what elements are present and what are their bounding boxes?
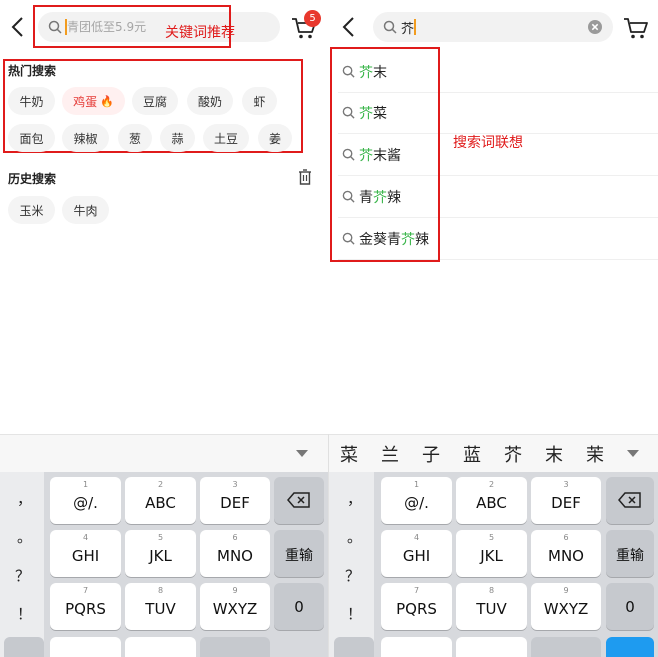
key-5[interactable]: 5 JKL [125, 530, 196, 577]
symbol-switch-key[interactable] [334, 637, 374, 657]
key-4[interactable]: 4 GHI [381, 530, 452, 577]
symbol-key[interactable]: ！ [347, 603, 362, 624]
fire-icon: 🔥 [100, 94, 114, 108]
cart-badge: 5 [304, 10, 321, 27]
key-9[interactable]: 9 WXYZ [531, 583, 601, 630]
history-title: 历史搜索 [8, 172, 57, 186]
key-3[interactable]: 3 DEF [200, 477, 270, 524]
hot-chip[interactable]: 蒜 [160, 124, 195, 152]
key-3[interactable]: 3 DEF [531, 477, 601, 524]
hot-chip-trending[interactable]: 鸡蛋 🔥 [62, 87, 125, 115]
bottom-key[interactable] [531, 637, 601, 657]
candidate-word[interactable]: 菜 [340, 441, 358, 467]
backspace-icon [287, 492, 310, 508]
hot-chip[interactable]: 酸奶 [187, 87, 233, 115]
key-1[interactable]: 1 @/. [50, 477, 121, 524]
hot-chip[interactable]: 姜 [258, 124, 292, 152]
reenter-key[interactable]: 重输 [274, 530, 324, 577]
candidate-word[interactable]: 子 [422, 441, 440, 467]
hot-chip[interactable]: 牛奶 [8, 87, 55, 115]
key-4[interactable]: 4 GHI [50, 530, 121, 577]
backspace-icon [618, 492, 641, 508]
text-cursor [414, 19, 416, 35]
symbol-key[interactable]: ， [17, 488, 32, 509]
annotation-keyword-label: 关键词推荐 [165, 25, 235, 41]
symbol-key[interactable]: ？ [15, 565, 30, 586]
expand-candidates-icon[interactable] [627, 450, 639, 457]
symbol-key[interactable]: ， [347, 488, 362, 509]
symbol-key[interactable]: ！ [17, 603, 32, 624]
search-value: 芥 [401, 22, 415, 37]
symbol-key[interactable]: 。 [17, 526, 32, 547]
history-chip[interactable]: 牛肉 [62, 196, 109, 224]
search-icon [383, 20, 397, 34]
back-chevron-icon[interactable] [10, 16, 26, 38]
space-key[interactable] [125, 637, 196, 657]
candidate-word[interactable]: 末 [545, 441, 563, 467]
symbol-key[interactable]: 。 [347, 526, 362, 547]
symbol-switch-key[interactable] [4, 637, 44, 657]
back-chevron-icon[interactable] [341, 16, 357, 38]
key-6[interactable]: 6 MNO [531, 530, 601, 577]
key-2[interactable]: 2 ABC [125, 477, 196, 524]
cart-icon[interactable] [623, 16, 649, 40]
globe-key[interactable] [50, 637, 121, 657]
key-2[interactable]: 2 ABC [456, 477, 527, 524]
trash-icon[interactable] [298, 169, 312, 185]
reenter-key[interactable]: 重输 [606, 530, 654, 577]
key-7[interactable]: 7 PQRS [50, 583, 121, 630]
hot-chip[interactable]: 葱 [118, 124, 152, 152]
symbol-key[interactable]: ？ [345, 565, 360, 586]
annotation-suggest-label: 搜索词联想 [453, 135, 523, 151]
enter-key[interactable] [606, 637, 654, 657]
bottom-key[interactable] [200, 637, 270, 657]
hot-chip[interactable]: 豆腐 [132, 87, 178, 115]
candidate-word[interactable]: 芥 [504, 441, 522, 467]
hot-chip[interactable]: 虾 [242, 87, 277, 115]
search-input[interactable]: 芥 [373, 12, 613, 42]
zero-key[interactable]: 0 [274, 583, 324, 630]
hot-chip[interactable]: 辣椒 [62, 124, 109, 152]
key-5[interactable]: 5 JKL [456, 530, 527, 577]
annotation-box-suggest [330, 47, 440, 262]
key-1[interactable]: 1 @/. [381, 477, 452, 524]
key-8[interactable]: 8 TUV [125, 583, 196, 630]
candidate-word[interactable]: 蓝 [463, 441, 481, 467]
zero-key[interactable]: 0 [606, 583, 654, 630]
key-8[interactable]: 8 TUV [456, 583, 527, 630]
key-9[interactable]: 9 WXYZ [200, 583, 270, 630]
hot-chip[interactable]: 面包 [8, 124, 55, 152]
backspace-key[interactable] [274, 477, 324, 524]
collapse-icon[interactable] [296, 450, 308, 457]
globe-key[interactable] [381, 637, 452, 657]
space-key[interactable] [456, 637, 527, 657]
candidate-word[interactable]: 兰 [381, 441, 399, 467]
clear-icon[interactable] [587, 19, 603, 35]
hot-search-title: 热门搜索 [8, 64, 57, 78]
history-chip[interactable]: 玉米 [8, 196, 55, 224]
candidate-word[interactable]: 茉 [586, 441, 604, 467]
backspace-key[interactable] [606, 477, 654, 524]
key-7[interactable]: 7 PQRS [381, 583, 452, 630]
hot-chip[interactable]: 土豆 [203, 124, 249, 152]
key-6[interactable]: 6 MNO [200, 530, 270, 577]
